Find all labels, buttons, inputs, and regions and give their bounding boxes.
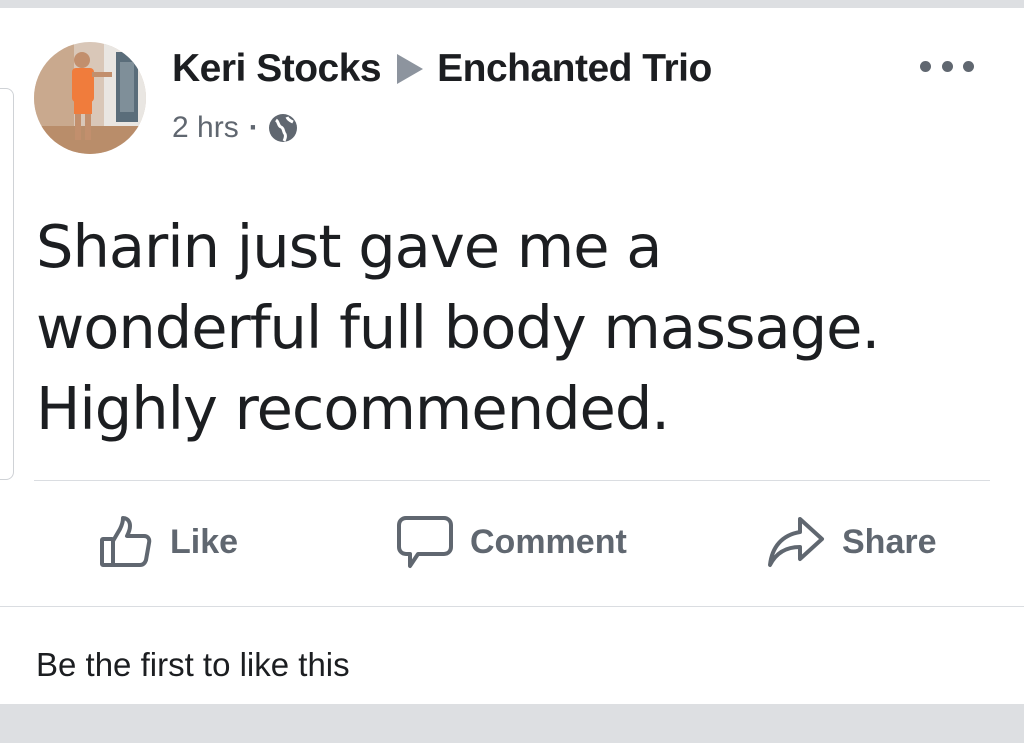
post-timestamp[interactable]: 2 hrs bbox=[172, 111, 239, 145]
feed-background-bottom bbox=[0, 704, 1024, 743]
group-name[interactable]: Enchanted Trio bbox=[437, 47, 712, 91]
triangle-right-icon bbox=[395, 52, 425, 86]
share-arrow-icon bbox=[766, 515, 826, 569]
thumbs-up-icon bbox=[98, 515, 154, 569]
author-avatar[interactable] bbox=[34, 42, 146, 154]
globe-icon[interactable] bbox=[267, 112, 299, 144]
feed-background-top bbox=[0, 0, 1024, 8]
more-dots-icon bbox=[963, 60, 974, 72]
share-label: Share bbox=[842, 522, 937, 561]
comment-label: Comment bbox=[470, 522, 627, 561]
comment-button[interactable]: Comment bbox=[396, 512, 627, 572]
post-body: Sharin just gave me a wonderful full bod… bbox=[36, 206, 996, 449]
actions-divider bbox=[34, 480, 990, 481]
like-button[interactable]: Like bbox=[98, 512, 238, 572]
post-text-line: Highly recommended. bbox=[36, 374, 670, 443]
post-header: Keri Stocks Enchanted Trio bbox=[172, 44, 712, 94]
likes-summary[interactable]: Be the first to like this bbox=[36, 640, 350, 690]
meta-separator: · bbox=[248, 111, 259, 144]
post-meta: 2 hrs · bbox=[172, 108, 299, 148]
more-dots-icon bbox=[920, 60, 931, 72]
author-name[interactable]: Keri Stocks bbox=[172, 47, 382, 91]
post-text-line: wonderful full body massage. bbox=[36, 293, 880, 362]
more-options-button[interactable] bbox=[920, 56, 974, 76]
footer-divider bbox=[0, 606, 1024, 607]
adjacent-card-edge bbox=[0, 88, 14, 480]
like-label: Like bbox=[170, 522, 239, 561]
speech-bubble-icon bbox=[396, 514, 454, 570]
post-text-line: Sharin just gave me a bbox=[36, 212, 662, 281]
more-dots-icon bbox=[941, 60, 953, 72]
share-button[interactable]: Share bbox=[766, 512, 937, 572]
